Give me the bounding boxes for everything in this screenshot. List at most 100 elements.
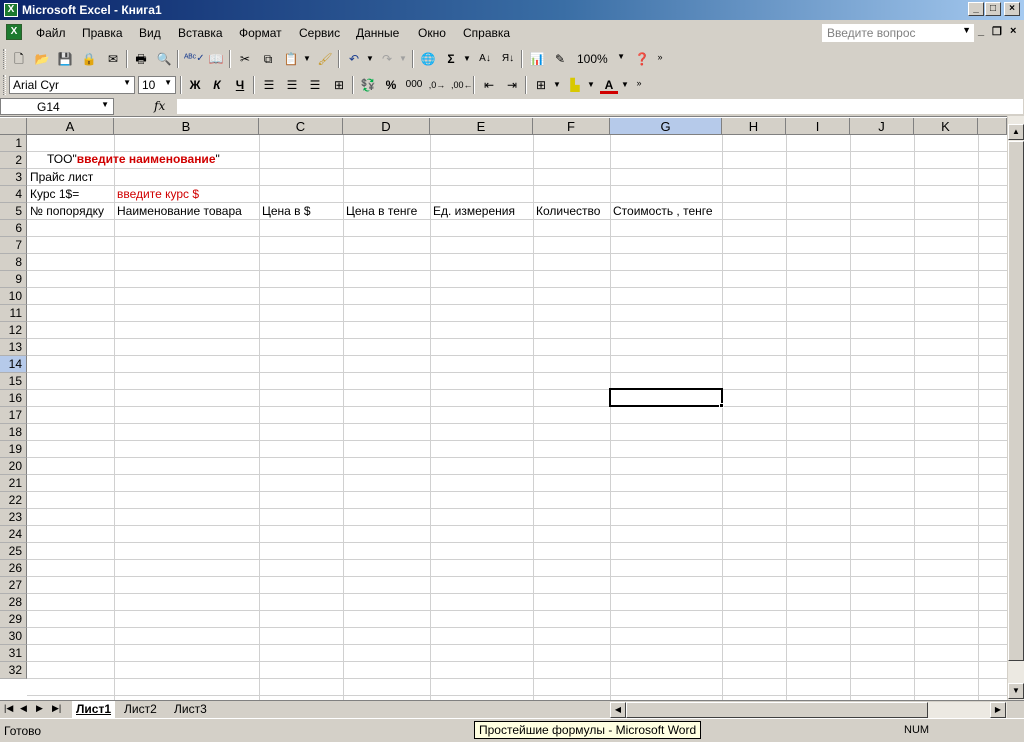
cell-a4[interactable]: № попорядку	[27, 203, 114, 220]
chevron-down-icon[interactable]: ▼	[361, 50, 379, 68]
cell-f4[interactable]: Количество	[533, 203, 610, 220]
row-header[interactable]: 17	[0, 407, 27, 424]
toolbar-options-icon[interactable]: »	[634, 78, 644, 96]
currency-format-icon[interactable]: 💱	[359, 76, 377, 94]
scroll-down-icon[interactable]: ▼	[1008, 683, 1024, 699]
save-icon[interactable]: 💾	[56, 50, 74, 68]
sheet-tab-1[interactable]: Лист1	[72, 701, 116, 718]
cell-b3[interactable]: введите курс $	[114, 186, 259, 203]
row-header[interactable]: 3	[0, 169, 27, 186]
row-header[interactable]: 18	[0, 424, 27, 441]
decrease-indent-icon[interactable]: ⇤	[480, 76, 498, 94]
sort-ascending-icon[interactable]: A↓	[476, 50, 494, 68]
chevron-down-icon[interactable]: ▼	[458, 50, 476, 68]
align-right-icon[interactable]: ☰	[306, 76, 324, 94]
row-header[interactable]: 24	[0, 526, 27, 543]
chart-wizard-icon[interactable]: 📊	[528, 50, 546, 68]
toolbar-grip[interactable]	[3, 75, 6, 95]
column-header-g[interactable]: G	[610, 118, 722, 135]
row-header[interactable]: 26	[0, 560, 27, 577]
chevron-down-icon[interactable]: ▼	[617, 52, 625, 61]
row-header[interactable]: 5	[0, 203, 27, 220]
chevron-down-icon[interactable]: ▼	[582, 76, 600, 94]
spelling-icon[interactable]: ᴬᴮᶜ✓	[184, 50, 205, 68]
active-cell-g14[interactable]	[609, 388, 724, 408]
cut-icon[interactable]: ✂	[236, 50, 254, 68]
column-header-j[interactable]: J	[850, 118, 914, 135]
row-header[interactable]: 22	[0, 492, 27, 509]
row-header[interactable]: 10	[0, 288, 27, 305]
formula-input[interactable]	[176, 98, 1024, 115]
row-header[interactable]: 30	[0, 628, 27, 645]
row-header[interactable]: 16	[0, 390, 27, 407]
toolbar-grip[interactable]	[3, 49, 6, 69]
percent-style-icon[interactable]: %	[382, 76, 400, 94]
row-header[interactable]: 13	[0, 339, 27, 356]
font-size-select[interactable]: 10 ▼	[138, 76, 176, 94]
menu-insert[interactable]: Вставка	[178, 26, 223, 40]
row-header[interactable]: 1	[0, 135, 27, 152]
menu-help[interactable]: Справка	[463, 26, 510, 40]
name-box[interactable]: G14 ▼	[0, 98, 114, 115]
column-header-d[interactable]: D	[343, 118, 430, 135]
increase-indent-icon[interactable]: ⇥	[503, 76, 521, 94]
print-icon[interactable]: 🖶	[132, 50, 150, 68]
menu-edit[interactable]: Правка	[82, 26, 123, 40]
column-header-i[interactable]: I	[786, 118, 850, 135]
minimize-button[interactable]: _	[968, 2, 984, 16]
column-header-e[interactable]: E	[430, 118, 533, 135]
cell-b4[interactable]: Наименование товара	[114, 203, 259, 220]
research-icon[interactable]: 📖	[207, 50, 225, 68]
open-folder-icon[interactable]: 📂	[33, 50, 51, 68]
chevron-down-icon[interactable]: ▼	[962, 25, 971, 35]
vertical-scrollbar[interactable]: ▲ ▼	[1007, 116, 1024, 700]
increase-decimal-icon[interactable]: ,0→	[428, 76, 446, 94]
font-name-select[interactable]: Arial Cyr ▼	[9, 76, 135, 94]
align-center-icon[interactable]: ☰	[283, 76, 301, 94]
next-sheet-icon[interactable]: ▶	[36, 703, 43, 714]
column-header-k[interactable]: K	[914, 118, 978, 135]
row-header[interactable]: 11	[0, 305, 27, 322]
column-header-partial[interactable]	[978, 118, 1007, 135]
last-sheet-icon[interactable]: ▶|	[52, 703, 61, 714]
horizontal-scroll-thumb[interactable]	[626, 702, 928, 718]
prev-sheet-icon[interactable]: ◀	[20, 703, 27, 714]
row-header[interactable]: 8	[0, 254, 27, 271]
copy-icon[interactable]: ⧉	[259, 50, 277, 68]
menu-format[interactable]: Формат	[239, 26, 282, 40]
close-button[interactable]: ×	[1004, 2, 1020, 16]
scroll-up-icon[interactable]: ▲	[1008, 124, 1024, 140]
row-header[interactable]: 2	[0, 152, 27, 169]
select-all-corner[interactable]	[0, 118, 27, 135]
email-icon[interactable]: ✉	[104, 50, 122, 68]
row-header[interactable]: 25	[0, 543, 27, 560]
chevron-down-icon[interactable]: ▼	[101, 100, 109, 109]
row-header[interactable]: 9	[0, 271, 27, 288]
new-document-icon[interactable]: 🗋	[10, 50, 28, 68]
format-painter-icon[interactable]: 🖌	[316, 50, 334, 68]
column-header-h[interactable]: H	[722, 118, 786, 135]
comma-style-icon[interactable]: 000	[405, 76, 423, 94]
doc-close-button[interactable]: ×	[1010, 25, 1016, 37]
column-header-f[interactable]: F	[533, 118, 610, 135]
cell-a2[interactable]: Прайс лист	[27, 169, 114, 186]
vertical-scroll-thumb[interactable]	[1008, 141, 1024, 661]
menu-window[interactable]: Окно	[418, 26, 446, 40]
scroll-left-icon[interactable]: ◀	[610, 702, 626, 718]
print-preview-icon[interactable]: 🔍	[155, 50, 173, 68]
row-header[interactable]: 29	[0, 611, 27, 628]
align-left-icon[interactable]: ☰	[260, 76, 278, 94]
horizontal-scrollbar[interactable]: ◀ ▶	[610, 702, 1007, 718]
maximize-button[interactable]: □	[985, 2, 1001, 16]
permission-icon[interactable]: 🔒	[80, 50, 98, 68]
decrease-decimal-icon[interactable]: ,00←	[451, 76, 473, 94]
row-header[interactable]: 19	[0, 441, 27, 458]
column-header-a[interactable]: A	[27, 118, 114, 135]
help-question-input[interactable]: Введите вопрос ▼	[822, 24, 974, 42]
insert-function-icon[interactable]: fx	[154, 99, 165, 113]
sheet-tab-3[interactable]: Лист3	[170, 701, 211, 718]
excel-app-icon[interactable]: X	[4, 3, 18, 17]
doc-minimize-button[interactable]: _	[978, 25, 984, 37]
first-sheet-icon[interactable]: |◀	[4, 703, 13, 714]
row-header[interactable]: 28	[0, 594, 27, 611]
